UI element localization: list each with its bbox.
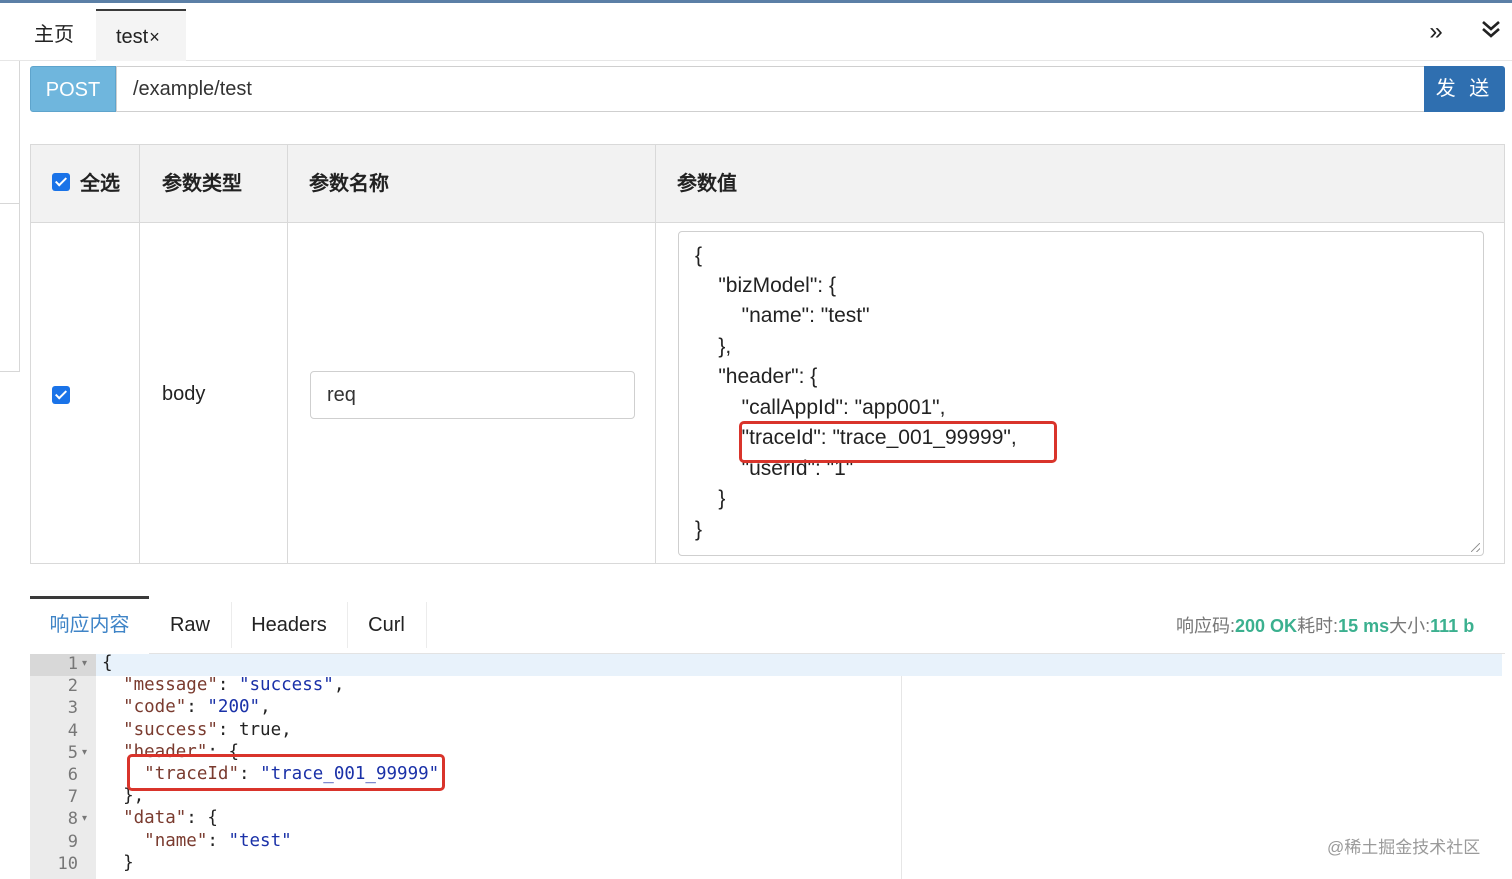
param-type-value: body <box>162 383 206 405</box>
code-line: } <box>102 852 134 873</box>
resize-handle-icon[interactable] <box>1471 543 1480 552</box>
param-name-input[interactable]: req <box>310 371 635 419</box>
value-line: "name": "test" <box>695 304 870 327</box>
code-line: "name": "test" <box>144 830 292 851</box>
highlight-box-response-traceid <box>127 754 445 791</box>
double-chevron-down-icon[interactable] <box>1476 17 1506 47</box>
tab-home[interactable]: 主页 <box>16 9 92 61</box>
send-button[interactable]: 发 送 <box>1424 66 1505 112</box>
code-line: "data": { <box>123 808 218 829</box>
size-label: 大小: <box>1389 616 1431 636</box>
tab-headers[interactable]: Headers <box>231 596 347 654</box>
fold-arrow-icon[interactable]: ▾ <box>82 658 92 669</box>
response-editor[interactable]: 1 ▾ {2 "message": "success", 3 "code": "200… <box>30 653 1502 879</box>
line-number: 6 <box>67 765 78 785</box>
tab-response-content[interactable]: 响应内容 <box>30 596 149 654</box>
code-line: "success": true, <box>123 719 292 740</box>
method-select[interactable]: POST <box>30 66 116 112</box>
response-size: 111 b <box>1430 616 1475 636</box>
code-line: { <box>102 653 113 673</box>
double-chevron-down-svg <box>1482 21 1500 38</box>
line-number: 4 <box>67 720 78 741</box>
url-input[interactable]: /example/test <box>116 66 1425 112</box>
code-line: "message": "success", <box>123 675 345 696</box>
value-line: } <box>695 487 726 510</box>
highlight-box-request-traceid <box>739 421 1057 463</box>
params-table-header <box>31 145 1504 223</box>
response-time: 15 ms <box>1338 616 1390 636</box>
value-line: { <box>695 244 703 267</box>
line-number: 5 <box>67 742 78 763</box>
fold-arrow-icon[interactable]: ▾ <box>82 747 92 758</box>
tab-curl[interactable]: Curl <box>347 596 426 654</box>
line-number: 1 <box>67 654 78 674</box>
left-edge-panel <box>0 61 20 372</box>
header-param-value: 参数值 <box>677 173 737 195</box>
line-number: 9 <box>67 831 78 852</box>
double-chevron-right-icon[interactable]: » <box>1421 17 1451 47</box>
value-line: } <box>695 518 703 541</box>
active-line <box>96 654 1502 676</box>
select-all-checkbox[interactable] <box>52 173 70 191</box>
line-number: 7 <box>67 787 78 808</box>
header-param-name: 参数名称 <box>309 173 389 195</box>
params-table: 全选 参数类型 参数名称 参数值 body req { "bizModel": … <box>30 144 1505 564</box>
close-icon[interactable]: × <box>149 27 160 47</box>
header-param-type: 参数类型 <box>162 173 242 195</box>
tab-raw[interactable]: Raw <box>149 596 231 654</box>
tab-test-label: test <box>116 26 149 48</box>
value-line: "bizModel": { <box>695 274 836 297</box>
tab-test[interactable]: test× <box>96 9 186 61</box>
fold-arrow-icon[interactable]: ▾ <box>82 813 92 824</box>
code-line: "code": "200", <box>123 697 271 718</box>
status-code-label: 响应码: <box>1176 616 1236 636</box>
status-code: 200 OK <box>1235 616 1298 636</box>
value-line: "header": { <box>695 365 818 388</box>
line-number: 8 <box>67 809 78 830</box>
time-label: 耗时: <box>1297 616 1339 636</box>
tab-bar: 主页 test× » <box>0 3 1512 61</box>
row-checkbox[interactable] <box>52 386 70 404</box>
line-number: 10 <box>57 853 78 874</box>
value-line: }, <box>695 335 732 358</box>
param-value-textarea[interactable]: { "bizModel": { "name": "test" }, "heade… <box>678 231 1484 556</box>
watermark: @稀土掘金技术社区 <box>1327 838 1481 857</box>
select-all-label: 全选 <box>80 173 120 195</box>
line-number: 3 <box>67 698 78 719</box>
line-number: 2 <box>67 676 78 697</box>
value-line: "callAppId": "app001", <box>695 396 946 419</box>
response-status: 响应码:200 OK耗时:15 ms大小:111 b <box>1176 612 1474 638</box>
